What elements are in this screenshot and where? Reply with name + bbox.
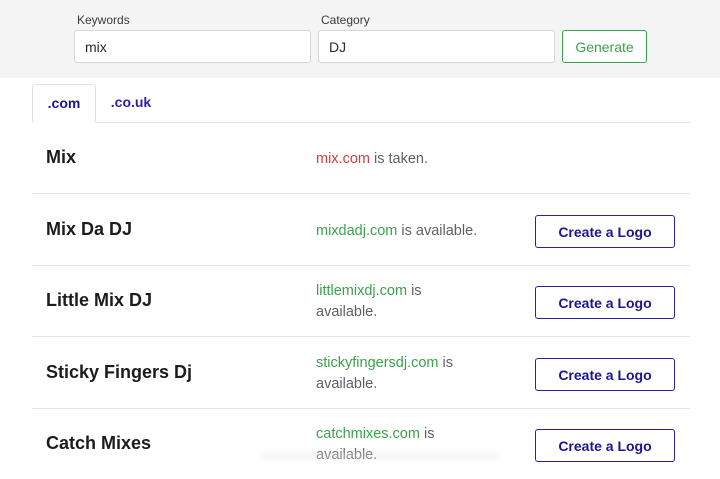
search-bar: Keywords Category Generate — [0, 0, 720, 78]
result-name: Mix Da DJ — [46, 219, 133, 239]
category-input[interactable] — [318, 30, 555, 63]
result-name: Little Mix DJ — [46, 290, 153, 310]
generate-button[interactable]: Generate — [562, 30, 647, 63]
domain-status: stickyfingersdj.com is available. — [316, 353, 506, 395]
result-name: Sticky Fingers Dj — [46, 362, 193, 382]
result-row: Little Mix DJ littlemixdj.com is availab… — [32, 265, 690, 337]
create-logo-button[interactable]: Create a Logo — [535, 215, 675, 248]
domain-name: mix.com — [316, 151, 370, 167]
result-row: Mix Da DJ mixdadj.com is available. Crea… — [32, 194, 690, 266]
result-name: Mix — [46, 147, 77, 167]
result-row: Catch Mixes catchmixes.com is available.… — [32, 408, 690, 479]
tld-tabs: .com .co.uk — [32, 84, 690, 123]
tab-com[interactable]: .com — [32, 84, 96, 123]
domain-name: stickyfingersdj.com — [316, 355, 439, 371]
category-label: Category — [321, 13, 370, 27]
tab-co-uk[interactable]: .co.uk — [96, 84, 166, 122]
keywords-input[interactable] — [74, 30, 311, 63]
create-logo-button[interactable]: Create a Logo — [535, 358, 675, 391]
domain-name: catchmixes.com — [316, 426, 420, 442]
create-logo-button[interactable]: Create a Logo — [535, 429, 675, 462]
create-logo-button[interactable]: Create a Logo — [535, 286, 675, 319]
domain-status: mixdadj.com is available. — [316, 221, 506, 242]
domain-name: littlemixdj.com — [316, 283, 408, 299]
result-name: Catch Mixes — [46, 433, 152, 453]
result-row: Sticky Fingers Dj stickyfingersdj.com is… — [32, 337, 690, 409]
domain-status: littlemixdj.com is available. — [316, 281, 466, 323]
domain-status: mix.com is taken. — [316, 149, 506, 170]
status-text: is available. — [401, 223, 478, 239]
keywords-label: Keywords — [77, 13, 130, 27]
domain-status: catchmixes.com is available. — [316, 424, 466, 466]
domain-name: mixdadj.com — [316, 223, 398, 239]
result-row: Mix mix.com is taken. — [32, 122, 690, 194]
status-text: is taken. — [374, 151, 429, 167]
